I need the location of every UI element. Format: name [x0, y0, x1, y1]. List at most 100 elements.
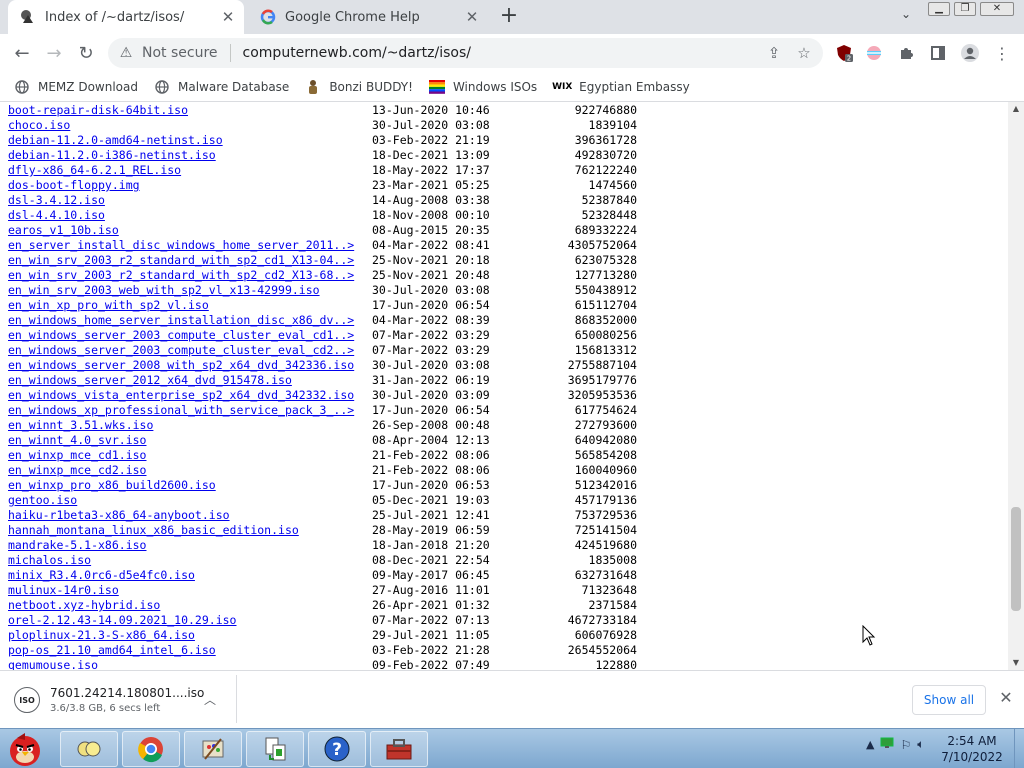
profile-avatar-icon[interactable] — [960, 43, 980, 63]
file-date: 27-Aug-2016 11:01 — [372, 583, 490, 597]
file-link[interactable]: gentoo.iso — [8, 493, 77, 508]
security-label[interactable]: Not secure — [142, 45, 218, 61]
share-icon[interactable]: ⇪ — [763, 42, 785, 64]
file-date: 03-Feb-2022 21:19 — [372, 133, 490, 147]
new-tab-plus-icon[interactable]: + — [498, 5, 520, 28]
restore-window-icon[interactable]: ❐ — [954, 2, 976, 16]
bookmark-star-icon[interactable]: ☆ — [793, 42, 815, 64]
file-link[interactable]: debian-11.2.0-i386-netinst.iso — [8, 148, 216, 163]
close-tab-icon[interactable]: ✕ — [218, 7, 238, 27]
file-link[interactable]: mulinux-14r0.iso — [8, 583, 119, 598]
file-link[interactable]: qemumouse.iso — [8, 658, 98, 670]
file-link[interactable]: en_win_srv_2003_r2_standard_with_sp2_cd2… — [8, 268, 354, 283]
show-all-button[interactable]: Show all — [912, 685, 986, 715]
file-link[interactable]: hannah_montana_linux_x86_basic_edition.i… — [8, 523, 299, 538]
taskbar-help-icon[interactable]: ? — [308, 731, 366, 767]
system-clock[interactable]: 2:54 AM 7/10/2022 — [940, 733, 1004, 765]
show-desktop-button[interactable] — [1014, 729, 1024, 768]
volume-icon[interactable]: 🔈︎ — [917, 737, 924, 752]
file-link[interactable]: en_windows_vista_enterprise_sp2_x64_dvd_… — [8, 388, 354, 403]
tab-google-chrome-help[interactable]: Google Chrome Help ✕ — [248, 0, 488, 34]
file-link[interactable]: en_windows_server_2003_compute_cluster_e… — [8, 343, 354, 358]
file-link[interactable]: en_win_srv_2003_r2_standard_with_sp2_cd1… — [8, 253, 354, 268]
url-text[interactable]: computernewb.com/~dartz/isos/ — [243, 45, 763, 61]
file-link[interactable]: en_windows_server_2008_with_sp2_x64_dvd_… — [8, 358, 354, 373]
file-date: 05-Dec-2021 19:03 — [372, 493, 490, 507]
scrollbar-thumb[interactable] — [1011, 507, 1021, 611]
ublock-extension-icon[interactable]: 2 — [834, 43, 854, 63]
file-link[interactable]: michalos.iso — [8, 553, 91, 568]
file-link[interactable]: en_windows_server_2003_compute_cluster_e… — [8, 328, 354, 343]
file-link[interactable]: boot-repair-disk-64bit.iso — [8, 103, 188, 118]
network-icon[interactable] — [880, 737, 894, 752]
file-link[interactable]: ploplinux-21.3-S-x86_64.iso — [8, 628, 195, 643]
file-link[interactable]: en_winnt_3.51.wks.iso — [8, 418, 153, 433]
download-item[interactable]: ISO 7601.24214.180801....iso 3.6/3.8 GB,… — [8, 677, 236, 723]
file-size: 1474560 — [588, 178, 637, 192]
file-link[interactable]: en_win_xp_pro_with_sp2_vl.iso — [8, 298, 209, 313]
file-size: 2371584 — [588, 598, 637, 612]
file-link[interactable]: orel-2.12.43-14.09.2021_10.29.iso — [8, 613, 236, 628]
file-link[interactable]: pop-os_21.10_amd64_intel_6.iso — [8, 643, 216, 658]
file-link[interactable]: en_winxp_mce_cd1.iso — [8, 448, 146, 463]
bookmark-malware-database[interactable]: Malware Database — [154, 79, 289, 95]
vertical-scrollbar[interactable]: ▲ ▼ — [1008, 102, 1024, 670]
close-tab-icon[interactable]: ✕ — [462, 7, 482, 27]
taskbar-chrome-icon[interactable] — [122, 731, 180, 767]
forward-arrow-icon[interactable]: → — [42, 41, 66, 65]
file-link[interactable]: netboot.xyz-hybrid.iso — [8, 598, 160, 613]
file-link[interactable]: en_winxp_pro_x86_build2600.iso — [8, 478, 216, 493]
file-link[interactable]: en_windows_xp_professional_with_service_… — [8, 403, 354, 418]
file-link[interactable]: en_server_install_disc_windows_home_serv… — [8, 238, 354, 253]
bookmark-egyptian-embassy[interactable]: WIX Egyptian Embassy — [552, 79, 690, 95]
tab-title: Index of /~dartz/isos/ — [45, 9, 185, 25]
taskbar-toolbox-icon[interactable] — [370, 731, 428, 767]
scroll-down-arrow-icon[interactable]: ▼ — [1008, 656, 1024, 670]
close-shelf-icon[interactable]: ✕ — [997, 689, 1015, 707]
taskbar-paint-icon[interactable] — [184, 731, 242, 767]
file-link[interactable]: dsl-4.4.10.iso — [8, 208, 105, 223]
file-link[interactable]: en_windows_server_2012_x64_dvd_915478.is… — [8, 373, 292, 388]
file-link[interactable]: mandrake-5.1-x86.iso — [8, 538, 146, 553]
file-link[interactable]: dos-boot-floppy.img — [8, 178, 140, 193]
file-link[interactable]: dfly-x86_64-6.2.1_REL.iso — [8, 163, 181, 178]
bonzi-icon — [305, 79, 321, 95]
file-link[interactable]: minix_R3.4.0rc6-d5e4fc0.iso — [8, 568, 195, 583]
minimize-window-icon[interactable]: ▁ — [928, 2, 950, 16]
file-size: 762122240 — [574, 163, 637, 177]
reload-icon[interactable]: ↻ — [74, 41, 98, 65]
bookmark-bonzi-buddy[interactable]: Bonzi BUDDY! — [305, 79, 413, 95]
file-link[interactable]: debian-11.2.0-amd64-netinst.iso — [8, 133, 223, 148]
file-date: 21-Feb-2022 08:06 — [372, 463, 490, 477]
scroll-up-arrow-icon[interactable]: ▲ — [1008, 102, 1024, 116]
file-link[interactable]: haiku-r1beta3-x86_64-anyboot.iso — [8, 508, 230, 523]
bookmark-memz-download[interactable]: MEMZ Download — [14, 79, 138, 95]
file-link[interactable]: earos_v1_10b.iso — [8, 223, 119, 238]
file-link[interactable]: en_win_srv_2003_web_with_sp2_vl_x13-4299… — [8, 283, 320, 298]
file-size: 272793600 — [574, 418, 637, 432]
flag-icon[interactable]: ⚐ — [900, 738, 911, 752]
chevron-up-icon[interactable]: ︿ — [204, 691, 216, 708]
show-hidden-icons-icon[interactable]: ▲ — [866, 738, 874, 751]
file-link[interactable]: choco.iso — [8, 118, 70, 133]
file-size: 512342016 — [574, 478, 637, 492]
extensions-puzzle-icon[interactable] — [896, 43, 916, 63]
side-panel-icon[interactable] — [928, 43, 948, 63]
start-angry-bird-icon[interactable] — [2, 729, 48, 768]
taskbar-file-transfer-icon[interactable] — [246, 731, 304, 767]
globe-icon — [14, 79, 30, 95]
bookmark-windows-isos[interactable]: Windows ISOs — [428, 79, 537, 95]
close-window-icon[interactable]: ✕ — [980, 2, 1014, 16]
kebab-menu-icon[interactable]: ⋮ — [992, 43, 1012, 63]
tab-index-of-dartz-isos[interactable]: Index of /~dartz/isos/ ✕ — [8, 0, 244, 34]
pride-extension-icon[interactable] — [864, 43, 884, 63]
back-arrow-icon[interactable]: ← — [10, 41, 34, 65]
taskbar-app-bonzi-icon[interactable] — [60, 731, 118, 767]
address-bar[interactable]: ⚠ Not secure computernewb.com/~dartz/iso… — [108, 38, 823, 68]
warning-triangle-icon[interactable]: ⚠ — [118, 45, 134, 61]
file-link[interactable]: en_winnt_4.0_svr.iso — [8, 433, 146, 448]
tab-search-chevron-icon[interactable]: ⌄ — [896, 7, 916, 27]
file-link[interactable]: en_windows_home_server_installation_disc… — [8, 313, 354, 328]
file-link[interactable]: dsl-3.4.12.iso — [8, 193, 105, 208]
file-link[interactable]: en_winxp_mce_cd2.iso — [8, 463, 146, 478]
